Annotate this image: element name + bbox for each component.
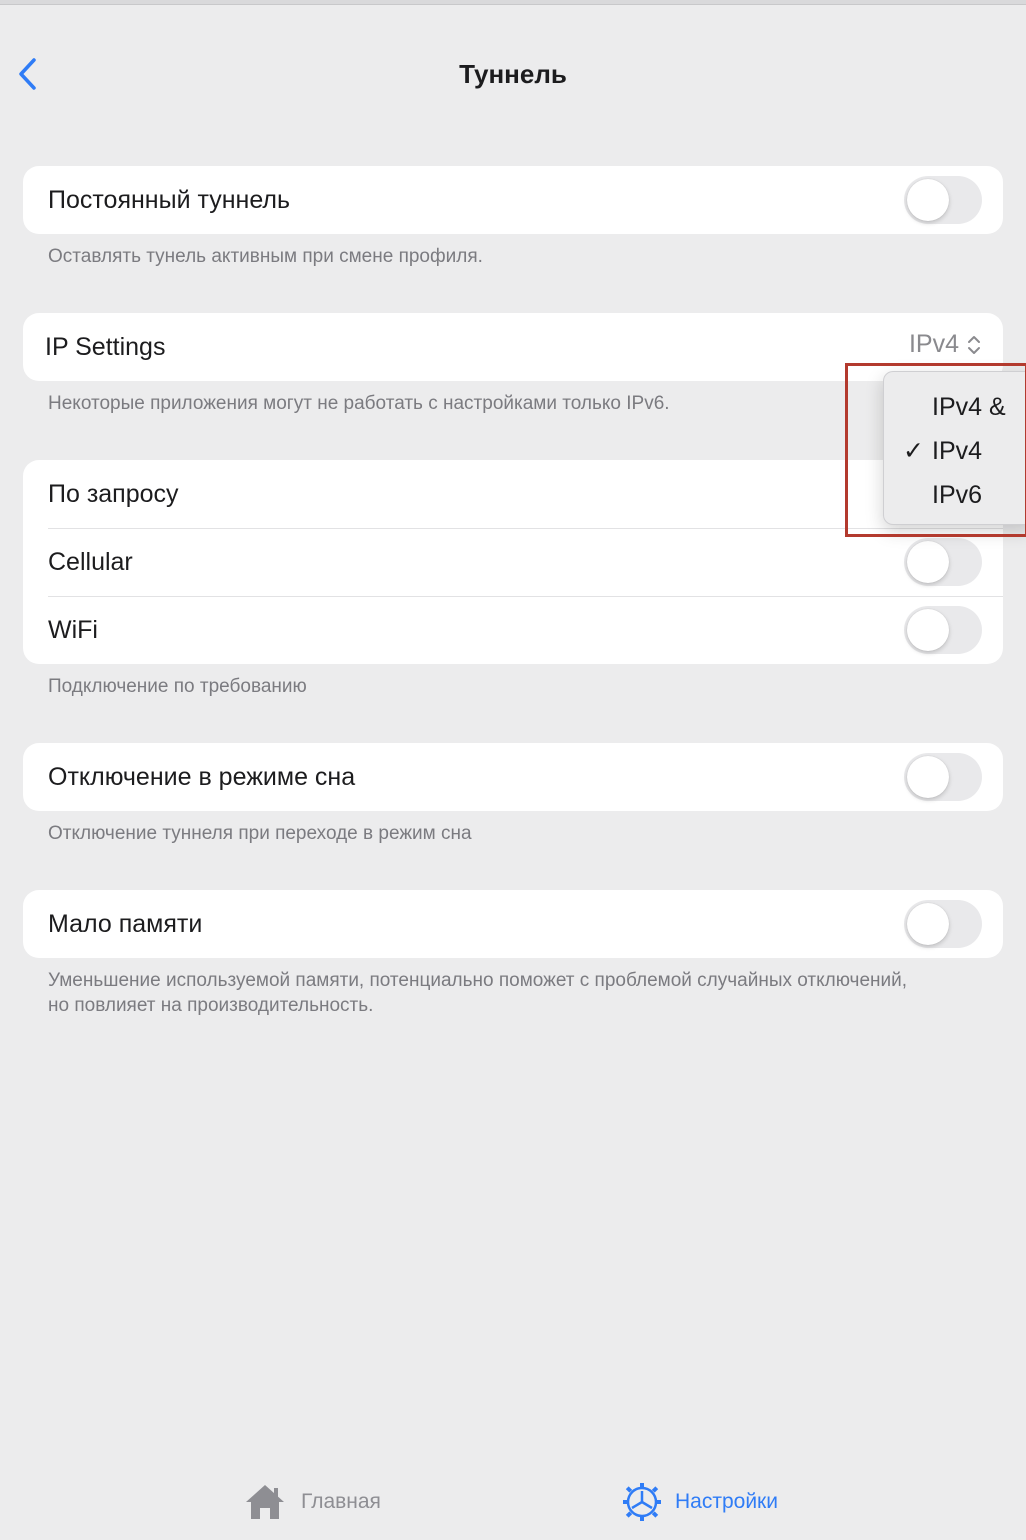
persistent-tunnel-label: Постоянный туннель [48,185,291,214]
cellular-label: Cellular [48,547,133,576]
toggle-knob [907,541,949,583]
tab-settings-label: Настройки [675,1490,778,1513]
ip-settings-note: Некоторые приложения могут не работать с… [48,393,670,414]
toggle-knob [907,756,949,798]
ip-settings-dropdown: IPv4 & ✓ IPv4 IPv6 [883,371,1026,525]
ip-settings-picker[interactable]: IPv4 [909,330,981,359]
ip-option-label: IPv4 & [932,393,1006,421]
tab-home[interactable]: Главная [243,1482,381,1522]
persistent-tunnel-row: Постоянный туннель [23,166,1003,234]
navigation-bar: Туннель [0,40,1026,110]
home-icon [246,1485,284,1519]
on-demand-group: По запросу Cellular WiFi [23,460,1003,664]
wifi-row: WiFi [23,596,1003,664]
ip-settings-row: IP Settings IPv4 [23,313,1003,381]
window-top-edge [0,0,1026,5]
chevron-up-down-icon [968,335,980,354]
ip-settings-label: IP Settings [45,332,166,361]
ip-option-label: IPv4 [932,437,983,465]
tab-bar: Главная Настройки [0,1460,1026,1540]
ip-option-ipv4-ipv6[interactable]: IPv4 & [884,384,1026,428]
toggle-knob [907,903,949,945]
sleep-disconnect-note: Отключение туннеля при переходе в режим … [48,823,472,844]
sleep-disconnect-toggle[interactable] [904,753,982,801]
low-memory-note: Уменьшение используемой памяти, потенциа… [48,970,908,1016]
toggle-knob [907,179,949,221]
ip-settings-value: IPv4 [908,330,959,358]
low-memory-label: Мало памяти [48,909,203,938]
low-memory-toggle[interactable] [904,900,982,948]
on-demand-row: По запросу [23,460,1003,528]
on-demand-note: Подключение по требованию [48,676,307,697]
low-memory-group: Мало памяти [23,890,1003,958]
tab-settings[interactable]: Настройки [623,1482,778,1522]
persistent-tunnel-group: Постоянный туннель [23,166,1003,234]
ip-option-label: IPv6 [932,481,983,509]
ip-settings-group: IP Settings IPv4 [23,313,1003,381]
sleep-disconnect-label: Отключение в режиме сна [48,762,356,791]
wifi-toggle[interactable] [904,606,982,654]
persistent-tunnel-note: Оставлять тунель активным при смене проф… [48,246,483,267]
page-title: Туннель [459,59,567,89]
sleep-disconnect-group: Отключение в режиме сна [23,743,1003,811]
cellular-row: Cellular [23,528,1003,596]
ip-option-ipv6[interactable]: IPv6 [884,472,1026,516]
checkmark-icon: ✓ [903,437,924,465]
gear-icon [623,1483,661,1521]
toggle-knob [907,609,949,651]
on-demand-label: По запросу [48,479,179,508]
sleep-disconnect-row: Отключение в режиме сна [23,743,1003,811]
tab-home-label: Главная [301,1490,381,1513]
cellular-toggle[interactable] [904,538,982,586]
wifi-label: WiFi [48,615,98,644]
ip-option-ipv4[interactable]: ✓ IPv4 [884,428,1026,472]
persistent-tunnel-toggle[interactable] [904,176,982,224]
low-memory-row: Мало памяти [23,890,1003,958]
